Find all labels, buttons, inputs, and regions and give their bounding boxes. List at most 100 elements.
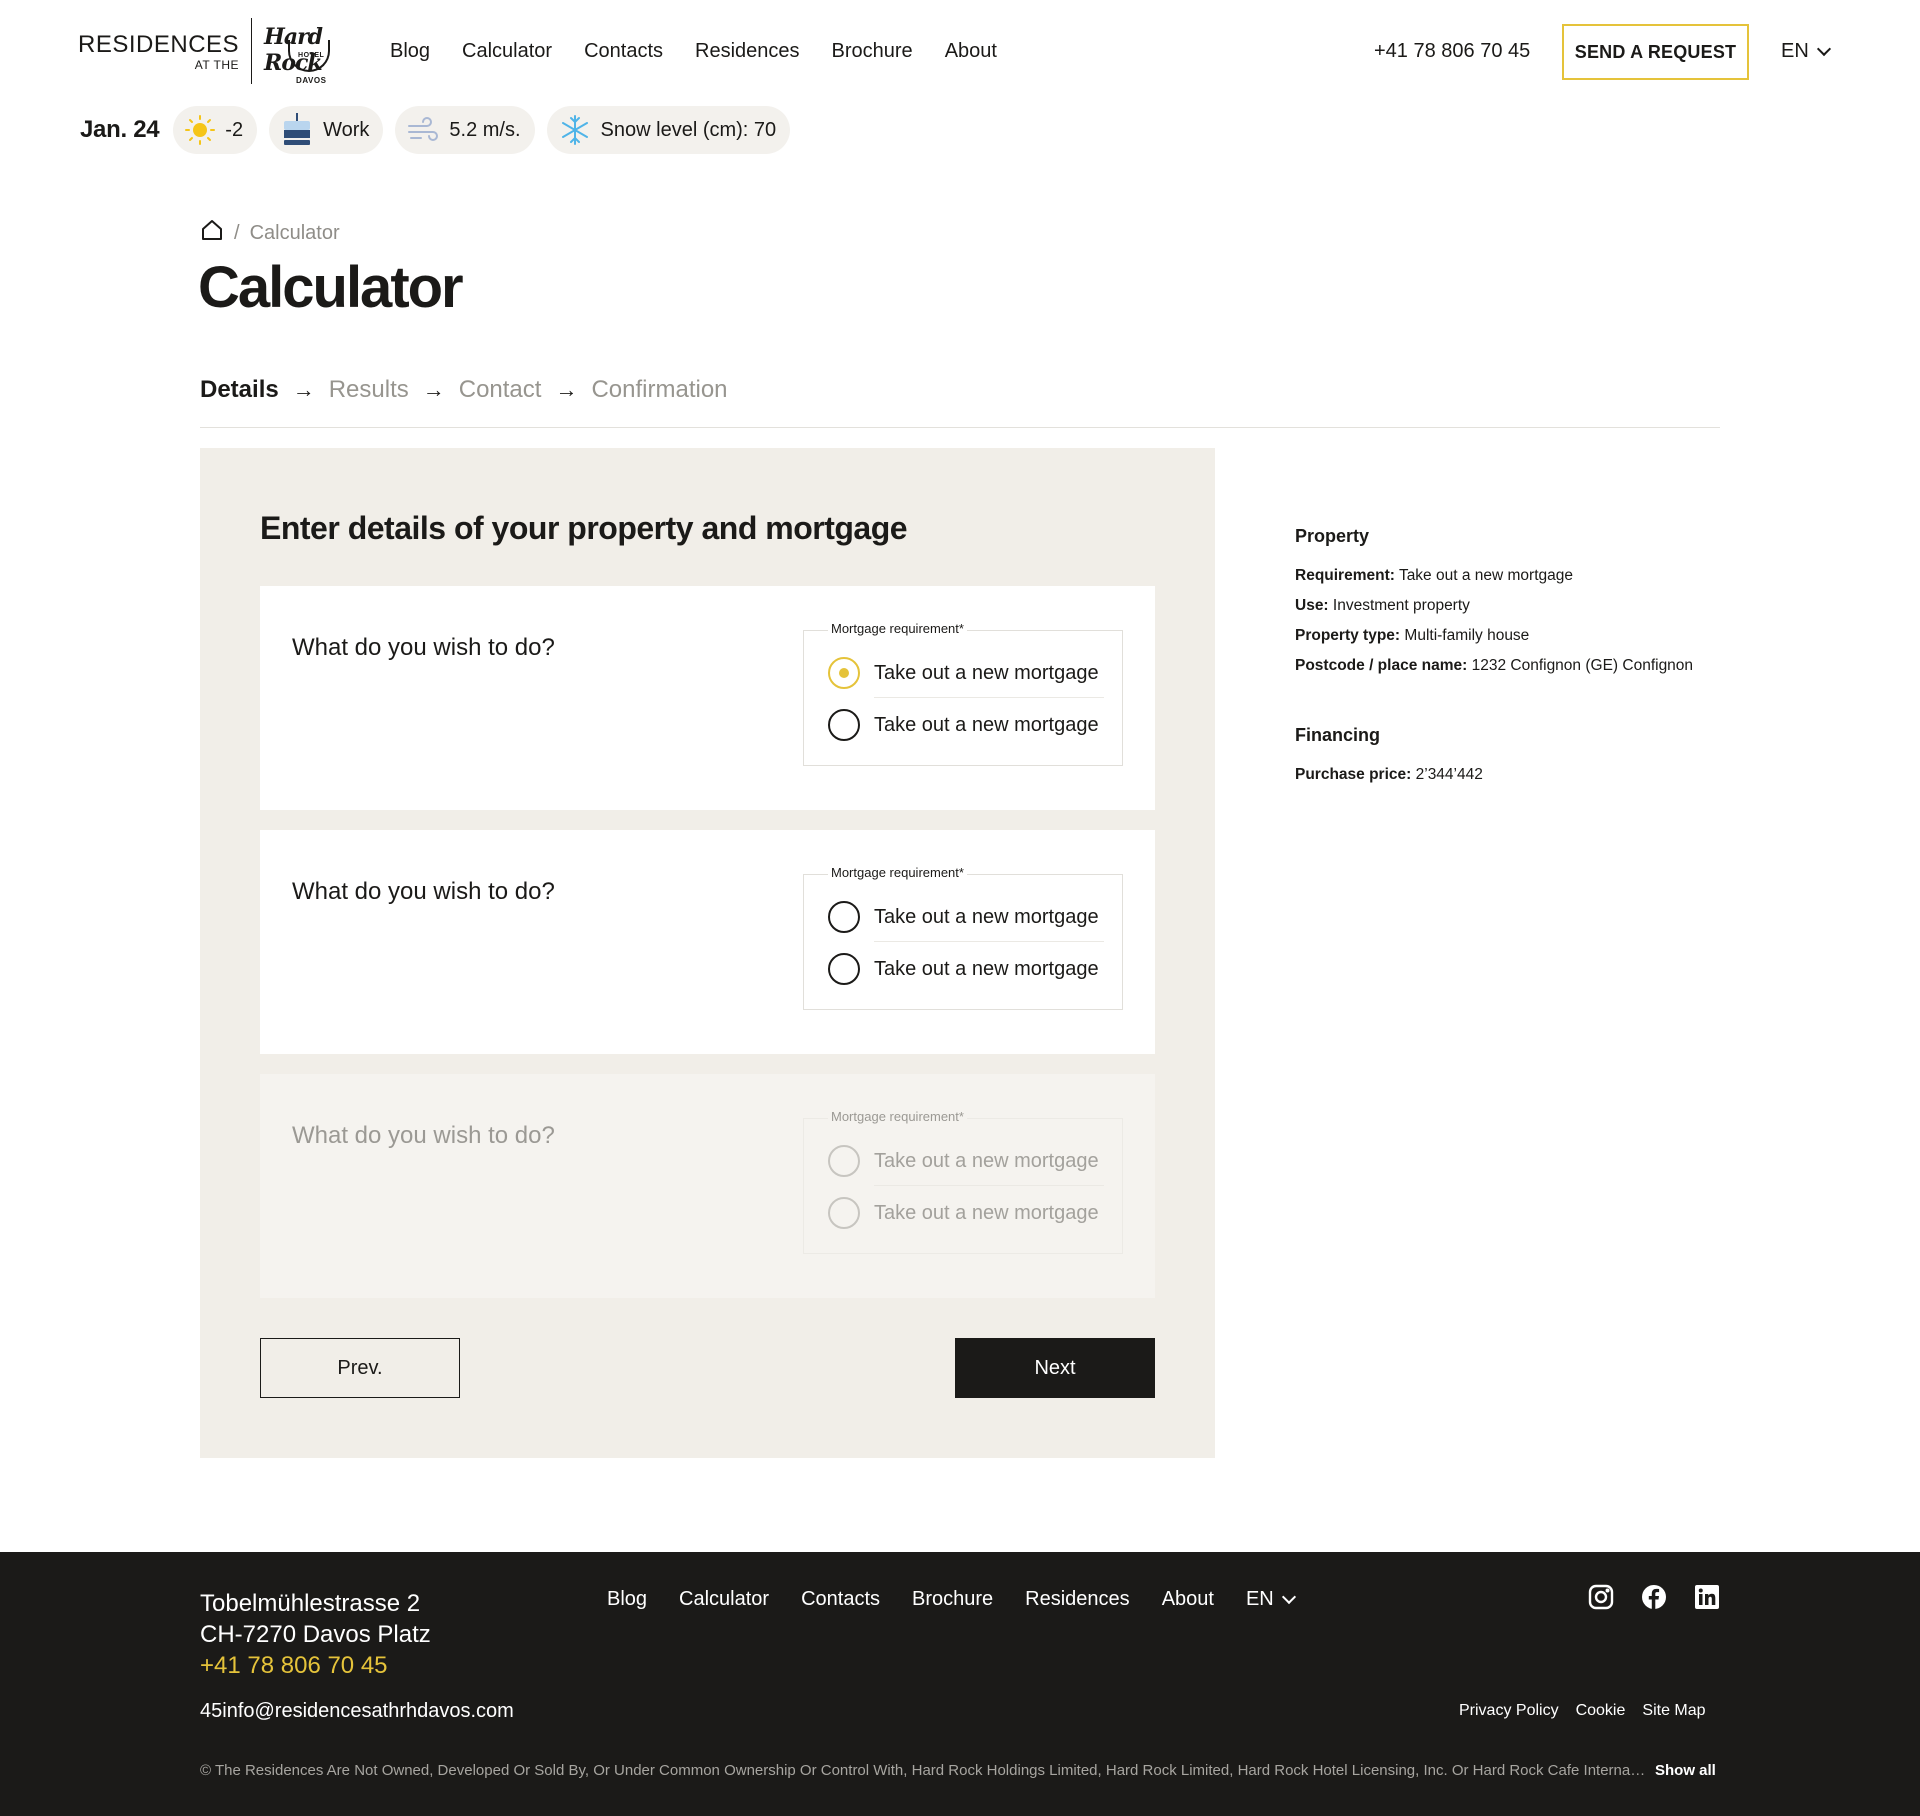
- step-details[interactable]: Details: [200, 376, 279, 404]
- footer-nav-calculator[interactable]: Calculator: [679, 1588, 769, 1611]
- summary-value: 1232 Confignon (GE) Confignon: [1471, 657, 1694, 674]
- footer-nav-brochure[interactable]: Brochure: [912, 1588, 993, 1611]
- summary-row: Property type: Multi-family house: [1295, 621, 1725, 651]
- radio-option[interactable]: Take out a new mortgage: [828, 709, 1099, 741]
- nav-calculator[interactable]: Calculator: [462, 40, 552, 63]
- site-map-link[interactable]: Site Map: [1642, 1702, 1705, 1720]
- lift-status-value: Work: [323, 118, 370, 141]
- weather-date: Jan. 24: [80, 116, 160, 143]
- footer-language-selector[interactable]: EN: [1245, 1588, 1296, 1611]
- logo-residences: RESIDENCES AT THE: [78, 18, 253, 84]
- radio-label: Take out a new mortgage: [874, 1149, 1099, 1172]
- wind-value: 5.2 m/s.: [449, 118, 521, 141]
- radio-button-disabled: [828, 1197, 860, 1229]
- logo-location: DAVOS: [296, 76, 327, 85]
- financing-heading: Financing: [1295, 725, 1380, 745]
- question-card: What do you wish to do? Mortgage require…: [260, 830, 1155, 1054]
- radio-label: Take out a new mortgage: [874, 661, 1099, 684]
- address-line1: Tobelmühlestrasse 2: [200, 1590, 421, 1617]
- summary-value: Investment property: [1332, 597, 1470, 614]
- breadcrumb-separator: /: [234, 221, 240, 244]
- summary-value: Multi-family house: [1404, 627, 1530, 644]
- logo-line1: RESIDENCES: [78, 31, 240, 58]
- snow-value: Snow level (cm): 70: [600, 118, 777, 141]
- financing-group: Financing Purchase price: 2’344’442: [1295, 725, 1725, 790]
- logo-hotel: HOTEL: [298, 52, 325, 59]
- question-text: What do you wish to do?: [292, 1122, 555, 1149]
- copyright-text: © The Residences Are Not Owned, Develope…: [200, 1762, 1646, 1779]
- footer-email[interactable]: 45info@residencesathrhdavos.com: [200, 1700, 514, 1723]
- step-results[interactable]: Results: [329, 376, 409, 404]
- home-icon[interactable]: [200, 218, 224, 248]
- site-header: RESIDENCES AT THE Hard Rock HOTEL DAVOS …: [0, 0, 1920, 104]
- step-contact[interactable]: Contact: [459, 376, 542, 404]
- summary-label: Postcode / place name:: [1295, 657, 1468, 674]
- footer-phone[interactable]: +41 78 806 70 45: [200, 1650, 431, 1681]
- snowflake-icon: [559, 114, 591, 146]
- wind-pill: 5.2 m/s.: [395, 106, 535, 154]
- footer-address: Tobelmühlestrasse 2 CH-7270 Davos Platz …: [200, 1588, 431, 1681]
- weather-bar: Jan. 24 -2 Work 5.2 m/s. Snow level (cm)…: [80, 106, 791, 154]
- nav-about[interactable]: About: [945, 40, 997, 63]
- header-phone[interactable]: +41 78 806 70 45: [1374, 40, 1530, 63]
- summary-label: Requirement:: [1295, 567, 1395, 584]
- linkedin-icon[interactable]: [1694, 1584, 1720, 1615]
- radio-button[interactable]: [828, 709, 860, 741]
- option-divider: [874, 697, 1104, 698]
- send-request-button[interactable]: SEND A REQUEST: [1562, 24, 1749, 80]
- summary-row: Purchase price: 2’344’442: [1295, 760, 1725, 790]
- next-button[interactable]: Next: [955, 1338, 1155, 1398]
- footer-language-label: EN: [1245, 1588, 1274, 1610]
- radio-option[interactable]: Take out a new mortgage: [828, 953, 1099, 985]
- footer-nav-blog[interactable]: Blog: [607, 1588, 647, 1611]
- nav-brochure[interactable]: Brochure: [832, 40, 913, 63]
- fieldset-legend: Mortgage requirement*: [828, 1109, 967, 1124]
- wind-icon: [407, 116, 439, 144]
- instagram-icon[interactable]: [1588, 1584, 1614, 1615]
- facebook-icon[interactable]: [1641, 1584, 1667, 1615]
- radio-label: Take out a new mortgage: [874, 905, 1099, 928]
- page-title: Calculator: [198, 255, 464, 320]
- show-all-link[interactable]: Show all: [1655, 1762, 1716, 1779]
- mortgage-requirement-group: Mortgage requirement* Take out a new mor…: [803, 865, 1123, 1010]
- sun-icon: [185, 115, 216, 145]
- question-card: What do you wish to do? Mortgage require…: [260, 586, 1155, 810]
- radio-button[interactable]: [828, 953, 860, 985]
- radio-label: Take out a new mortgage: [874, 1201, 1099, 1224]
- radio-label: Take out a new mortgage: [874, 713, 1099, 736]
- nav-blog[interactable]: Blog: [390, 40, 430, 63]
- language-selector[interactable]: EN: [1781, 40, 1831, 63]
- legal-links: Privacy Policy Cookie Site Map: [1459, 1702, 1706, 1720]
- social-links: [1588, 1584, 1720, 1615]
- radio-option: Take out a new mortgage: [828, 1145, 1099, 1177]
- steps-divider: [200, 427, 1720, 428]
- footer-nav-about[interactable]: About: [1162, 1588, 1214, 1611]
- privacy-policy-link[interactable]: Privacy Policy: [1459, 1702, 1559, 1720]
- radio-label: Take out a new mortgage: [874, 957, 1099, 980]
- summary-row: Requirement: Take out a new mortgage: [1295, 561, 1725, 591]
- radio-option[interactable]: Take out a new mortgage: [828, 657, 1099, 689]
- temperature-value: -2: [225, 118, 244, 141]
- nav-contacts[interactable]: Contacts: [584, 40, 663, 63]
- footer-nav-contacts[interactable]: Contacts: [801, 1588, 880, 1611]
- mortgage-requirement-group: Mortgage requirement* Take out a new mor…: [803, 621, 1123, 766]
- main-nav: Blog Calculator Contacts Residences Broc…: [390, 40, 997, 63]
- arrow-right-icon: →: [422, 377, 445, 402]
- cookie-link[interactable]: Cookie: [1576, 1702, 1626, 1720]
- prev-button[interactable]: Prev.: [260, 1338, 460, 1398]
- radio-option[interactable]: Take out a new mortgage: [828, 901, 1099, 933]
- radio-button[interactable]: [828, 901, 860, 933]
- temperature-pill: -2: [173, 106, 258, 154]
- footer-nav-residences[interactable]: Residences: [1025, 1588, 1130, 1611]
- nav-residences[interactable]: Residences: [695, 40, 800, 63]
- step-confirmation[interactable]: Confirmation: [591, 376, 727, 404]
- chevron-down-icon: [1816, 41, 1831, 56]
- summary-label: Property type:: [1295, 627, 1401, 644]
- logo[interactable]: RESIDENCES AT THE Hard Rock HOTEL DAVOS: [78, 18, 368, 88]
- chevron-down-icon: [1281, 1589, 1296, 1604]
- radio-button-checked[interactable]: [828, 657, 860, 689]
- arrow-right-icon: →: [292, 377, 315, 402]
- fieldset-legend: Mortgage requirement*: [828, 621, 967, 636]
- site-footer: Tobelmühlestrasse 2 CH-7270 Davos Platz …: [0, 1552, 1920, 1816]
- logo-line2: AT THE: [194, 58, 240, 72]
